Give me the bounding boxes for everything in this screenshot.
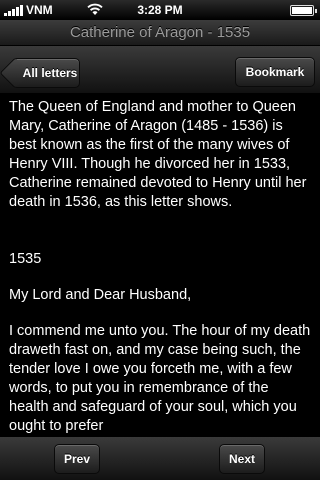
battery-icon: [290, 5, 317, 16]
letter-greeting: My Lord and Dear Husband,: [9, 287, 192, 303]
letter-body: I commend me unto you. The hour of my de…: [9, 323, 311, 434]
back-button-label: All letters: [22, 66, 78, 80]
status-bar: VNM 3:28 PM: [0, 0, 320, 20]
next-button[interactable]: Next: [219, 444, 265, 474]
bookmark-button[interactable]: Bookmark: [235, 57, 315, 87]
prev-button[interactable]: Prev: [54, 444, 100, 474]
all-letters-back-button[interactable]: All letters: [0, 57, 80, 89]
status-time: 3:28 PM: [137, 3, 183, 17]
bottom-toolbar: Prev Next: [0, 436, 320, 480]
navigation-bar: All letters Bookmark: [0, 46, 320, 94]
letter-intro: The Queen of England and mother to Queen…: [9, 99, 307, 210]
letter-year: 1535: [9, 251, 42, 267]
letter-content[interactable]: The Queen of England and mother to Queen…: [0, 95, 320, 436]
page-title: Catherine of Aragon - 1535: [0, 20, 320, 46]
